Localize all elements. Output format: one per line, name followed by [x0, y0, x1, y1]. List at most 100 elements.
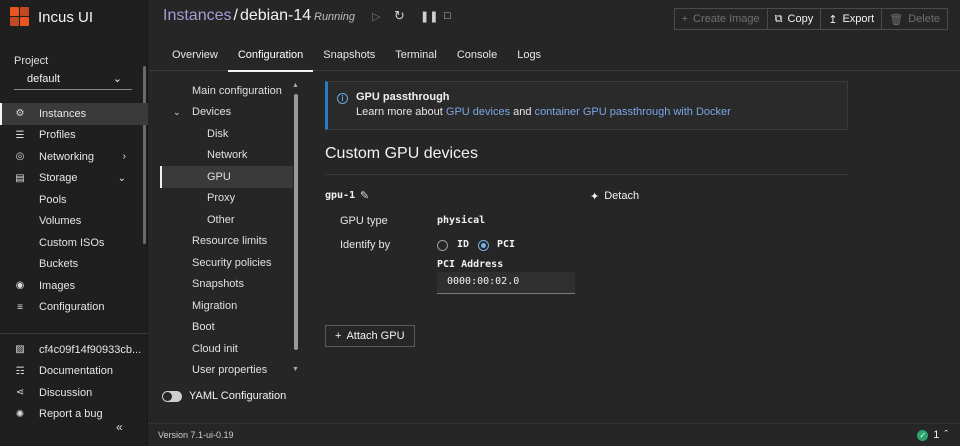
chevron-down-icon: ⌄ — [112, 73, 122, 85]
sidebar-item-label: Images — [39, 279, 76, 292]
sidebar-item-profiles[interactable]: ☰ Profiles — [0, 125, 148, 147]
footer: Version 7.1-ui-0.19 ✓ 1 ˆ — [148, 423, 960, 446]
pci-address-input[interactable]: 0000:00:02.0 — [437, 272, 575, 294]
tab-snapshots[interactable]: Snapshots — [313, 45, 385, 71]
tab-overview[interactable]: Overview — [162, 45, 228, 71]
sidebar-item-label: Report a bug — [39, 408, 103, 421]
sidebar-item-instances[interactable]: ⚙ Instances — [0, 103, 148, 125]
tab-logs[interactable]: Logs — [507, 45, 551, 71]
project-value: default — [27, 72, 61, 85]
gpu-devices-link[interactable]: GPU devices — [446, 106, 510, 118]
sidebar-item-report-bug[interactable]: ✺ Report a bug — [0, 404, 148, 426]
delete-label: Delete — [908, 13, 940, 25]
sidebar-item-label: Pools — [39, 193, 67, 206]
create-image-button[interactable]: + Create Image — [673, 8, 768, 30]
config-item-security-policies[interactable]: Security policies — [160, 252, 300, 274]
storage-icon: ▤ — [15, 172, 25, 184]
sidebar-item-storage[interactable]: ▤ Storage ⌄ — [0, 168, 148, 190]
section-title: Custom GPU devices — [325, 145, 478, 162]
project-select[interactable]: default ⌄ — [14, 68, 132, 90]
identify-id-radio[interactable] — [437, 240, 448, 251]
sidebar-item-label: Volumes — [39, 215, 82, 228]
identify-by-label: Identify by — [340, 239, 391, 251]
export-button[interactable]: ↥ Export — [820, 8, 883, 30]
config-item-devices[interactable]: ⌄ Devices — [160, 102, 300, 124]
identify-pci-radio[interactable] — [478, 240, 489, 251]
start-icon[interactable]: ▷ — [372, 10, 380, 23]
breadcrumb-instances-link[interactable]: Instances — [163, 7, 231, 25]
config-item-disk[interactable]: Disk — [160, 123, 300, 145]
configuration-icon: ≡ — [17, 301, 23, 313]
scroll-down-icon[interactable]: ▼ — [292, 366, 299, 373]
restart-icon[interactable]: ↻ — [394, 8, 405, 24]
notifications-indicator[interactable]: ✓ 1 ˆ — [917, 429, 948, 441]
notice-body: Learn more about GPU devices and contain… — [356, 106, 731, 118]
config-item-cloud-init[interactable]: Cloud init — [160, 338, 300, 360]
config-item-migration[interactable]: Migration — [160, 295, 300, 317]
sidebar-item-images[interactable]: ◉ Images — [0, 275, 148, 297]
copy-icon: ⧉ — [774, 12, 783, 25]
notice-title: GPU passthrough — [356, 91, 450, 103]
tab-terminal[interactable]: Terminal — [385, 45, 447, 71]
detach-button[interactable]: ✦ Detach — [590, 190, 639, 203]
sidebar-item-custom-isos[interactable]: Custom ISOs — [0, 232, 148, 254]
toggle-switch[interactable] — [162, 390, 182, 402]
notice-text: and — [510, 106, 535, 118]
sidebar-item-certificate[interactable]: ▨ cf4c09f14f90933cb... — [0, 339, 148, 361]
chevron-up-icon: ˆ — [944, 429, 948, 441]
sidebar-item-label: Documentation — [39, 365, 113, 378]
config-item-network[interactable]: Network — [160, 145, 300, 167]
attach-gpu-button[interactable]: + Attach GPU — [325, 325, 415, 347]
sidebar-item-label: Storage — [39, 172, 78, 185]
config-item-other[interactable]: Other — [160, 209, 300, 231]
sidebar-bottom-nav: ▨ cf4c09f14f90933cb... ☶ Documentation ⋖… — [0, 328, 148, 425]
sidebar-item-pools[interactable]: Pools — [0, 189, 148, 211]
config-item-snapshots[interactable]: Snapshots — [160, 274, 300, 296]
plus-icon: + — [335, 330, 342, 342]
brand[interactable]: Incus UI — [10, 6, 93, 28]
sidebar-item-volumes[interactable]: Volumes — [0, 211, 148, 233]
chevron-right-icon: › — [122, 151, 126, 163]
attach-gpu-label: Attach GPU — [346, 330, 405, 342]
trash-icon: 🗑 — [889, 13, 904, 26]
yaml-toggle-label: YAML Configuration — [189, 390, 287, 402]
config-item-resource-limits[interactable]: Resource limits — [160, 231, 300, 253]
config-item-gpu[interactable]: GPU — [160, 166, 293, 188]
sidebar-item-label: cf4c09f14f90933cb... — [39, 343, 142, 356]
delete-button[interactable]: 🗑 Delete — [881, 8, 948, 30]
collapse-sidebar-icon[interactable]: « — [116, 420, 123, 434]
identify-pci-label: PCI — [497, 239, 516, 250]
tab-configuration[interactable]: Configuration — [227, 45, 314, 72]
config-item-boot[interactable]: Boot — [160, 317, 300, 339]
tab-console[interactable]: Console — [447, 45, 507, 71]
copy-label: Copy — [787, 13, 814, 25]
gpu-type-value: physical — [437, 215, 486, 226]
sidebar-item-label: Instances — [39, 107, 87, 120]
export-label: Export — [842, 13, 875, 25]
edit-name-icon[interactable]: ✎ — [360, 189, 369, 202]
stop-icon[interactable]: □ — [444, 10, 451, 22]
breadcrumb-separator: / — [233, 7, 238, 24]
pause-icon[interactable]: ❚❚ — [420, 10, 438, 23]
sidebar-item-configuration[interactable]: ≡ Configuration — [0, 297, 148, 319]
sidebar-item-discussion[interactable]: ⋖ Discussion — [0, 382, 148, 404]
sidebar-item-buckets[interactable]: Buckets — [0, 254, 148, 276]
images-icon: ◉ — [15, 280, 25, 292]
sidebar-item-networking[interactable]: ◎ Networking › — [0, 146, 148, 168]
status-text: Running — [314, 11, 355, 23]
copy-button[interactable]: ⧉ Copy — [766, 8, 822, 30]
sidebar-item-documentation[interactable]: ☶ Documentation — [0, 361, 148, 383]
config-item-main[interactable]: Main configuration — [160, 80, 300, 102]
config-item-user-properties[interactable]: User properties — [160, 360, 300, 382]
scroll-up-icon[interactable]: ▲ — [292, 82, 299, 89]
sidebar: Incus UI Project default ⌄ ⚙ Instances ☰… — [0, 0, 148, 446]
sidebar-item-label: Discussion — [39, 386, 93, 399]
yaml-configuration-toggle[interactable]: YAML Configuration — [162, 390, 286, 402]
config-item-proxy[interactable]: Proxy — [160, 188, 300, 210]
config-nav-scrollbar[interactable]: ▲ ▼ — [292, 80, 300, 373]
header: Instances / debian-14 Running ▷ ↻ ❚❚ □ +… — [148, 0, 960, 36]
export-icon: ↥ — [828, 13, 838, 26]
project-label: Project — [14, 55, 49, 67]
scrollbar-thumb[interactable] — [294, 94, 298, 350]
docker-gpu-link[interactable]: container GPU passthrough with Docker — [535, 106, 731, 118]
